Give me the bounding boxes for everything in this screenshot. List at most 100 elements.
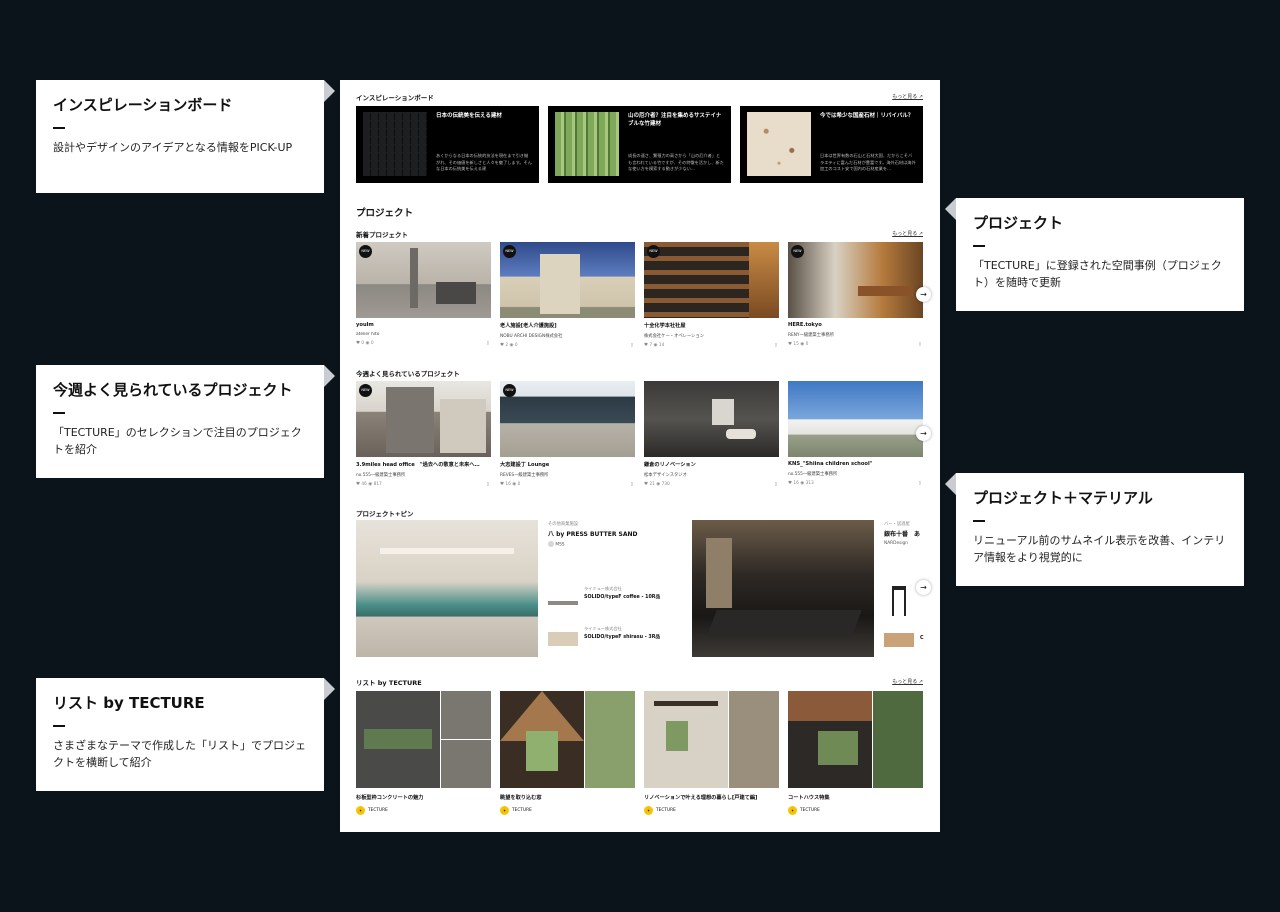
material-name: C xyxy=(920,636,924,641)
new-badge: NEW xyxy=(503,384,516,397)
project-author[interactable]: RENY一級建築士事務所 xyxy=(788,332,923,338)
project-meta: ♥ 46 ◉ 817 ▯ xyxy=(356,482,491,487)
pin-project-image[interactable] xyxy=(692,520,874,657)
callout-desc: さまざまなテーマで作成した「リスト」でプロジェクトを横断して紹介 xyxy=(53,738,306,770)
new-badge: NEW xyxy=(647,245,660,258)
divider xyxy=(973,244,985,247)
list-card[interactable]: コートハウス特集 ✦ TECTURE xyxy=(788,691,923,815)
project-author[interactable]: 株式会社ケー・オペレーション xyxy=(644,333,779,339)
material-name: SOLIDO/typeF shirasu - 3R品 xyxy=(584,635,661,640)
callout-weekly: 今週よく見られているプロジェクト 「TECTURE」のセレクションで注目のプロジ… xyxy=(36,365,335,478)
list-author[interactable]: ✦ TECTURE xyxy=(356,806,491,815)
pin-title[interactable]: 八 by PRESS BUTTER SAND xyxy=(548,529,638,538)
carousel-next-arrow-icon[interactable]: → xyxy=(916,287,931,302)
bookmark-icon[interactable]: ▯ xyxy=(487,482,489,487)
project-meta: ♥ 21 ◉ 730 ▯ xyxy=(644,482,779,487)
like-count: 46 xyxy=(361,482,367,487)
project-image: NEW xyxy=(500,381,635,457)
project-meta: ♥ 0 ◉ 0 ▯ xyxy=(356,341,491,346)
callout-title: 今週よく見られているプロジェクト xyxy=(53,381,293,399)
callout-desc: リニューアル前のサムネイル表示を改善、インテリア情報をより視覚的に xyxy=(973,533,1226,565)
card-thumbnail xyxy=(747,112,811,176)
list-card[interactable]: 杉板型枠コンクリートの魅力 ✦ TECTURE xyxy=(356,691,491,815)
eye-icon: ◉ xyxy=(512,482,517,487)
bookmark-icon[interactable]: ▯ xyxy=(631,482,633,487)
bookmark-icon[interactable]: ▯ xyxy=(775,482,777,487)
new-badge: NEW xyxy=(359,245,372,258)
like-count: 0 xyxy=(361,341,365,346)
material-item[interactable]: ライミュー株式会社 SOLIDO/typeF shirasu - 3R品 xyxy=(548,626,688,650)
project-meta: ♥ 2 ◉ 0 ▯ xyxy=(500,343,635,348)
heart-icon[interactable]: ♥ xyxy=(500,482,504,487)
view-count: 0 xyxy=(370,341,374,346)
more-link[interactable]: もっと見る ↗ xyxy=(892,230,923,237)
material-item[interactable]: ライミュー株式会社 SOLIDO/typeF coffee - 10R品 xyxy=(548,586,688,610)
heart-icon[interactable]: ♥ xyxy=(788,481,792,486)
carousel-next-arrow-icon[interactable]: → xyxy=(916,426,931,441)
project-author[interactable]: atelier hito xyxy=(356,332,491,337)
project-author[interactable]: no.555一級建築士事務所 xyxy=(788,471,923,477)
callout-desc: 設計やデザインのアイデアとなる情報をPICK-UP xyxy=(53,140,293,154)
pin-author[interactable]: NARDesign xyxy=(884,541,908,546)
material-swatch xyxy=(548,632,578,646)
list-title: 杉板型枠コンクリートの魅力 xyxy=(356,795,424,801)
project-card[interactable]: NEW 十全化学本社社屋 株式会社ケー・オペレーション ♥ 7 ◉ 14 ▯ xyxy=(644,242,779,348)
project-title: HERE.tokyo xyxy=(788,322,822,328)
material-swatch[interactable] xyxy=(884,633,914,647)
heart-icon[interactable]: ♥ xyxy=(644,343,648,348)
project-card[interactable]: NEW 老人施設[老人介護施設] NOBU ARCHI DESIGN株式会社 ♥… xyxy=(500,242,635,348)
project-card[interactable]: NEW HERE.tokyo RENY一級建築士事務所 ♥ 15 ◉ 0 ▯ xyxy=(788,242,923,347)
bookmark-icon[interactable]: ▯ xyxy=(775,343,777,348)
carousel-next-arrow-icon[interactable]: → xyxy=(916,580,931,595)
eye-icon: ◉ xyxy=(653,343,658,348)
project-title: 老人施設[老人介護施設] xyxy=(500,323,557,329)
project-card[interactable]: 鎌倉のリノベーション 松本デザインスタジオ ♥ 21 ◉ 730 ▯ xyxy=(644,381,779,487)
inspiration-card[interactable]: 山の厄介者？注目を集めるサステイナブルな竹建材 成長の速さ、繁殖力の高さから「山… xyxy=(548,106,731,183)
heart-icon[interactable]: ♥ xyxy=(788,342,792,347)
project-image xyxy=(788,381,923,457)
card-desc: 日本は世界有数の石山と石材大国、だからこそバラエティに富んだ石材が豊富です。海外… xyxy=(820,152,916,172)
bookmark-icon[interactable]: ▯ xyxy=(631,343,633,348)
card-desc: あくからなる日本の伝統的技法を現在まで引き継がれ、その価値を新しさと人々を魅了し… xyxy=(436,152,532,172)
avatar xyxy=(548,541,554,547)
project-card[interactable]: NEW youlm atelier hito ♥ 0 ◉ 0 ▯ xyxy=(356,242,491,346)
pin-project-image[interactable] xyxy=(356,520,538,657)
callout-title: インスピレーションボード xyxy=(53,96,233,114)
heart-icon[interactable]: ♥ xyxy=(644,482,648,487)
divider xyxy=(973,519,985,522)
heart-icon[interactable]: ♥ xyxy=(356,341,360,346)
project-card[interactable]: NEW 3.9miles head office "過去への敬意と未来へ… no… xyxy=(356,381,491,487)
list-author[interactable]: ✦ TECTURE xyxy=(788,806,923,815)
bookmark-icon[interactable]: ▯ xyxy=(487,341,489,346)
eye-icon: ◉ xyxy=(365,341,370,346)
list-author[interactable]: ✦ TECTURE xyxy=(644,806,779,815)
heart-icon[interactable]: ♥ xyxy=(356,482,360,487)
divider xyxy=(53,411,65,414)
callout-desc: 「TECTURE」に登録された空間事例（プロジェクト）を随時で更新 xyxy=(973,258,1222,290)
pin-title[interactable]: 銀布十番 あ xyxy=(884,529,920,538)
inspiration-card[interactable]: 日本の伝統美を伝える建材 あくからなる日本の伝統的技法を現在まで引き継がれ、その… xyxy=(356,106,539,183)
bookmark-icon[interactable]: ▯ xyxy=(919,481,921,486)
bookmark-icon[interactable]: ▯ xyxy=(919,342,921,347)
heart-icon[interactable]: ♥ xyxy=(500,343,504,348)
project-author[interactable]: no.555一級建築士事務所 xyxy=(356,472,491,478)
more-link[interactable]: もっと見る ↗ xyxy=(892,678,923,685)
project-author[interactable]: NOBU ARCHI DESIGN株式会社 xyxy=(500,333,635,339)
material-company: ライミュー株式会社 xyxy=(584,586,622,591)
list-author[interactable]: ✦ TECTURE xyxy=(500,806,635,815)
material-thumbnail[interactable] xyxy=(892,586,906,616)
project-author[interactable]: 松本デザインスタジオ xyxy=(644,472,779,478)
eye-icon: ◉ xyxy=(509,343,514,348)
author-name: TECTURE xyxy=(512,808,532,813)
list-card[interactable]: リノベーションで叶える理想の暮らし[戸建て編] ✦ TECTURE xyxy=(644,691,779,815)
list-card[interactable]: 眺望を取り込む窓 ✦ TECTURE xyxy=(500,691,635,815)
project-author[interactable]: REVES一級建築士事務所 xyxy=(500,472,635,478)
project-card[interactable]: NEW 大志建設丁 Lounge REVES一級建築士事務所 ♥ 16 ◉ 0 … xyxy=(500,381,635,487)
pin-author[interactable]: MSS xyxy=(548,541,565,548)
card-title: 山の厄介者？注目を集めるサステイナブルな竹建材 xyxy=(628,113,722,127)
callout-pin: プロジェクト＋マテリアル リニューアル前のサムネイル表示を改善、インテリア情報を… xyxy=(945,473,1244,586)
tecture-logo-icon: ✦ xyxy=(356,806,365,815)
inspiration-card[interactable]: 今では希少な国産石材｜リバイバル？ 日本は世界有数の石山と石材大国、だからこそバ… xyxy=(740,106,923,183)
project-card[interactable]: KNS_"Shiina children school" no.555一級建築士… xyxy=(788,381,923,486)
more-link[interactable]: もっと見る ↗ xyxy=(892,93,923,100)
